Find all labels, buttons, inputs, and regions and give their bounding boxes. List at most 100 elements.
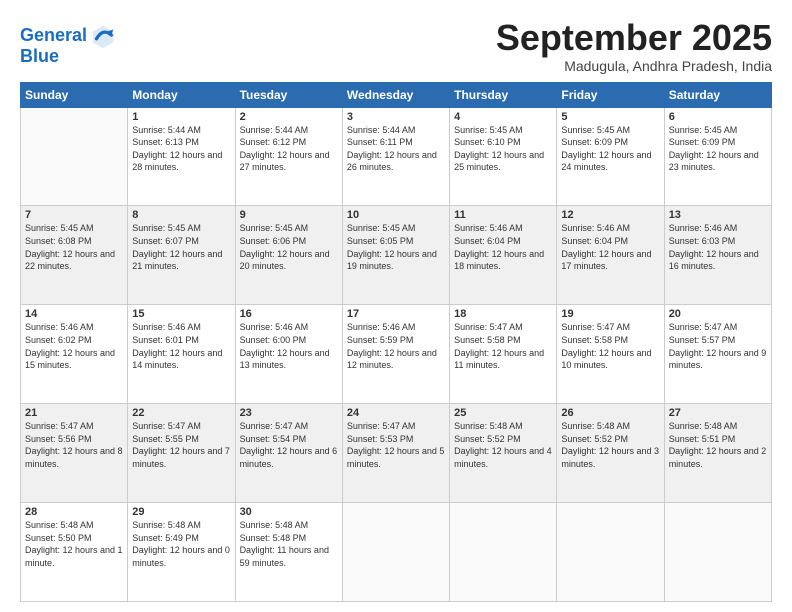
table-row: 28 Sunrise: 5:48 AMSunset: 5:50 PMDayligh… [21,503,128,602]
table-row: 18 Sunrise: 5:47 AMSunset: 5:58 PMDayligh… [450,305,557,404]
day-number: 27 [669,407,767,419]
day-info: Sunrise: 5:47 AMSunset: 5:57 PMDaylight:… [669,322,767,370]
table-row: 25Sunrise: 5:48 AMSunset: 5:52 PMDayligh… [450,404,557,503]
calendar-week-row: 1 Sunrise: 5:44 AMSunset: 6:13 PMDaylight… [21,107,772,206]
day-number: 13 [669,209,767,221]
day-number: 4 [454,111,552,123]
table-row [21,107,128,206]
table-row: 29 Sunrise: 5:48 AMSunset: 5:49 PMDayligh… [128,503,235,602]
table-row: 1 Sunrise: 5:44 AMSunset: 6:13 PMDaylight… [128,107,235,206]
header-tuesday: Tuesday [235,82,342,107]
header-thursday: Thursday [450,82,557,107]
logo: General Blue [20,22,117,67]
day-info: Sunrise: 5:47 AMSunset: 5:54 PMDaylight:… [240,421,338,469]
day-number: 8 [132,209,230,221]
table-row: 23 Sunrise: 5:47 AMSunset: 5:54 PMDayligh… [235,404,342,503]
table-row [664,503,771,602]
day-info: Sunrise: 5:45 AMSunset: 6:09 PMDaylight:… [669,125,759,173]
table-row: 16 Sunrise: 5:46 AMSunset: 6:00 PMDayligh… [235,305,342,404]
day-number: 6 [669,111,767,123]
table-row: 26Sunrise: 5:48 AMSunset: 5:52 PMDayligh… [557,404,664,503]
day-number: 24 [347,407,445,419]
day-info: Sunrise: 5:45 AMSunset: 6:08 PMDaylight:… [25,223,115,271]
day-number: 29 [132,506,230,518]
header: General Blue September 2025 Madugula, An… [20,18,772,74]
day-info: Sunrise: 5:46 AMSunset: 6:02 PMDaylight:… [25,322,115,370]
day-number: 15 [132,308,230,320]
page: General Blue September 2025 Madugula, An… [0,0,792,612]
table-row: 12Sunrise: 5:46 AMSunset: 6:04 PMDayligh… [557,206,664,305]
header-saturday: Saturday [664,82,771,107]
table-row: 24 Sunrise: 5:47 AMSunset: 5:53 PMDayligh… [342,404,449,503]
table-row: 10 Sunrise: 5:45 AMSunset: 6:05 PMDayligh… [342,206,449,305]
day-number: 9 [240,209,338,221]
header-monday: Monday [128,82,235,107]
day-info: Sunrise: 5:44 AMSunset: 6:12 PMDaylight:… [240,125,330,173]
day-number: 18 [454,308,552,320]
day-number: 3 [347,111,445,123]
day-number: 5 [561,111,659,123]
day-number: 20 [669,308,767,320]
day-number: 19 [561,308,659,320]
table-row: 22 Sunrise: 5:47 AMSunset: 5:55 PMDayligh… [128,404,235,503]
day-info: Sunrise: 5:45 AMSunset: 6:10 PMDaylight:… [454,125,544,173]
header-wednesday: Wednesday [342,82,449,107]
day-info: Sunrise: 5:44 AMSunset: 6:11 PMDaylight:… [347,125,437,173]
table-row: 2 Sunrise: 5:44 AMSunset: 6:12 PMDaylight… [235,107,342,206]
calendar-week-row: 28 Sunrise: 5:48 AMSunset: 5:50 PMDayligh… [21,503,772,602]
calendar-table: Sunday Monday Tuesday Wednesday Thursday… [20,82,772,602]
table-row: 8 Sunrise: 5:45 AMSunset: 6:07 PMDaylight… [128,206,235,305]
day-info: Sunrise: 5:46 AMSunset: 6:00 PMDaylight:… [240,322,330,370]
title-block: September 2025 Madugula, Andhra Pradesh,… [496,18,772,74]
day-info: Sunrise: 5:48 AMSunset: 5:50 PMDaylight:… [25,520,123,568]
table-row: 6 Sunrise: 5:45 AMSunset: 6:09 PMDaylight… [664,107,771,206]
day-info: Sunrise: 5:47 AMSunset: 5:58 PMDaylight:… [454,322,544,370]
day-number: 26 [561,407,659,419]
day-info: Sunrise: 5:48 AMSunset: 5:52 PMDaylight:… [454,421,552,469]
table-row: 14Sunrise: 5:46 AMSunset: 6:02 PMDayligh… [21,305,128,404]
table-row: 19 Sunrise: 5:47 AMSunset: 5:58 PMDayligh… [557,305,664,404]
table-row: 13 Sunrise: 5:46 AMSunset: 6:03 PMDayligh… [664,206,771,305]
day-number: 28 [25,506,123,518]
day-info: Sunrise: 5:47 AMSunset: 5:53 PMDaylight:… [347,421,445,469]
day-number: 12 [561,209,659,221]
table-row [557,503,664,602]
day-info: Sunrise: 5:47 AMSunset: 5:55 PMDaylight:… [132,421,230,469]
table-row: 3 Sunrise: 5:44 AMSunset: 6:11 PMDaylight… [342,107,449,206]
day-info: Sunrise: 5:46 AMSunset: 6:04 PMDaylight:… [454,223,544,271]
day-number: 1 [132,111,230,123]
day-number: 23 [240,407,338,419]
header-sunday: Sunday [21,82,128,107]
day-number: 16 [240,308,338,320]
day-number: 10 [347,209,445,221]
table-row: 11Sunrise: 5:46 AMSunset: 6:04 PMDayligh… [450,206,557,305]
table-row: 5 Sunrise: 5:45 AMSunset: 6:09 PMDaylight… [557,107,664,206]
day-info: Sunrise: 5:46 AMSunset: 6:01 PMDaylight:… [132,322,222,370]
calendar-week-row: 14Sunrise: 5:46 AMSunset: 6:02 PMDayligh… [21,305,772,404]
day-number: 21 [25,407,123,419]
header-friday: Friday [557,82,664,107]
calendar-week-row: 7 Sunrise: 5:45 AMSunset: 6:08 PMDaylight… [21,206,772,305]
day-info: Sunrise: 5:45 AMSunset: 6:06 PMDaylight:… [240,223,330,271]
table-row: 30Sunrise: 5:48 AMSunset: 5:48 PMDayligh… [235,503,342,602]
logo-text: General [20,26,87,46]
day-number: 7 [25,209,123,221]
day-info: Sunrise: 5:45 AMSunset: 6:05 PMDaylight:… [347,223,437,271]
weekday-header-row: Sunday Monday Tuesday Wednesday Thursday… [21,82,772,107]
day-number: 2 [240,111,338,123]
day-info: Sunrise: 5:48 AMSunset: 5:49 PMDaylight:… [132,520,230,568]
table-row: 27 Sunrise: 5:48 AMSunset: 5:51 PMDayligh… [664,404,771,503]
table-row [342,503,449,602]
day-info: Sunrise: 5:44 AMSunset: 6:13 PMDaylight:… [132,125,222,173]
day-info: Sunrise: 5:47 AMSunset: 5:58 PMDaylight:… [561,322,651,370]
table-row [450,503,557,602]
day-info: Sunrise: 5:48 AMSunset: 5:51 PMDaylight:… [669,421,767,469]
month-title: September 2025 [496,18,772,58]
day-info: Sunrise: 5:46 AMSunset: 6:03 PMDaylight:… [669,223,759,271]
day-info: Sunrise: 5:45 AMSunset: 6:09 PMDaylight:… [561,125,651,173]
table-row: 20 Sunrise: 5:47 AMSunset: 5:57 PMDayligh… [664,305,771,404]
day-info: Sunrise: 5:45 AMSunset: 6:07 PMDaylight:… [132,223,222,271]
day-info: Sunrise: 5:47 AMSunset: 5:56 PMDaylight:… [25,421,123,469]
day-number: 22 [132,407,230,419]
table-row: 17Sunrise: 5:46 AMSunset: 5:59 PMDayligh… [342,305,449,404]
